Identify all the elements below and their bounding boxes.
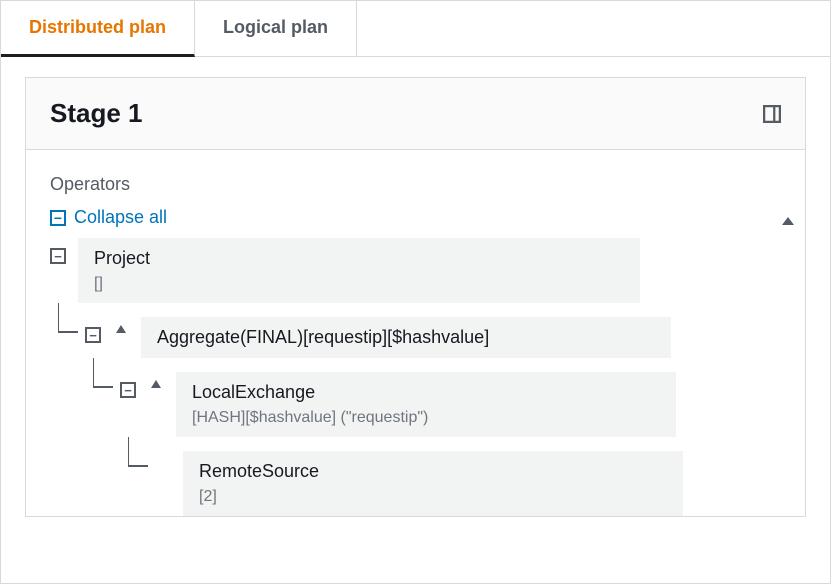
stage-body: Operators − Collapse all − Project [] bbox=[26, 150, 805, 516]
toggle-icon[interactable]: − bbox=[120, 382, 136, 398]
node-detail: [] bbox=[94, 275, 624, 293]
content-area: Stage 1 Operators − Collapse all bbox=[1, 57, 830, 537]
collapse-icon: − bbox=[50, 210, 66, 226]
node-title: LocalExchange bbox=[192, 382, 660, 403]
scroll-up-icon[interactable] bbox=[777, 210, 799, 232]
node-box[interactable]: LocalExchange [HASH][$hashvalue] ("reque… bbox=[176, 372, 676, 437]
toggle-icon[interactable]: − bbox=[50, 248, 66, 264]
tab-distributed-plan[interactable]: Distributed plan bbox=[1, 1, 195, 57]
panel-icon[interactable] bbox=[763, 105, 781, 123]
stage-card: Stage 1 Operators − Collapse all bbox=[25, 77, 806, 517]
operators-label: Operators bbox=[50, 174, 781, 195]
tree-node-remotesource: RemoteSource [2] bbox=[155, 451, 781, 516]
arrow-up-icon bbox=[116, 325, 126, 333]
collapse-all-button[interactable]: − Collapse all bbox=[50, 207, 781, 228]
tab-logical-plan[interactable]: Logical plan bbox=[195, 1, 357, 56]
node-title: Project bbox=[94, 248, 624, 269]
node-box[interactable]: Aggregate(FINAL)[requestip][$hashvalue] bbox=[141, 317, 671, 358]
node-detail: [2] bbox=[199, 488, 667, 506]
tree-node-localexchange: − LocalExchange [HASH][$hashvalue] ("req… bbox=[120, 372, 781, 516]
operator-tree: − Project [] − bbox=[50, 238, 781, 516]
stage-title: Stage 1 bbox=[50, 98, 143, 129]
plan-tabs: Distributed plan Logical plan bbox=[1, 1, 830, 57]
stage-header: Stage 1 bbox=[26, 78, 805, 150]
collapse-all-label: Collapse all bbox=[74, 207, 167, 228]
tree-node-project: − Project [] − bbox=[50, 238, 781, 516]
node-title: RemoteSource bbox=[199, 461, 667, 482]
node-box[interactable]: Project [] bbox=[78, 238, 640, 303]
node-box[interactable]: RemoteSource [2] bbox=[183, 451, 683, 516]
node-title: Aggregate(FINAL)[requestip][$hashvalue] bbox=[157, 327, 655, 348]
tree-node-aggregate: − Aggregate(FINAL)[requestip][$hashvalue… bbox=[85, 317, 781, 516]
toggle-icon[interactable]: − bbox=[85, 327, 101, 343]
node-detail: [HASH][$hashvalue] ("requestip") bbox=[192, 409, 660, 427]
arrow-up-icon bbox=[151, 380, 161, 388]
